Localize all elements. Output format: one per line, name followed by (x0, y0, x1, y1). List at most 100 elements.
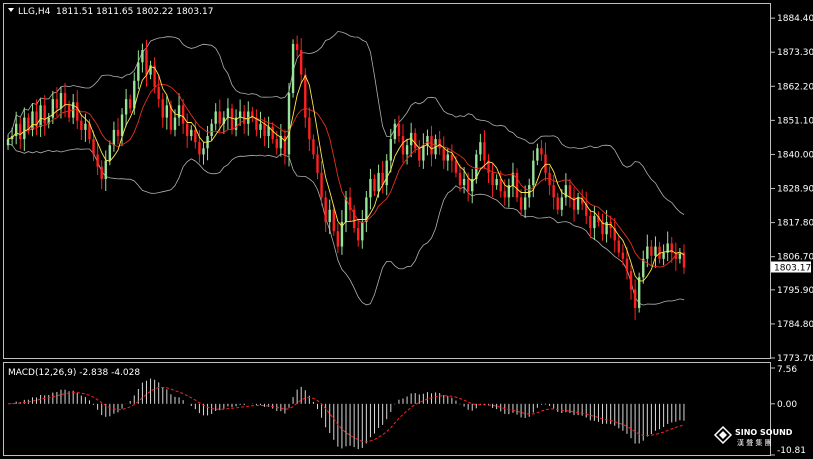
bear-candle (198, 142, 201, 155)
bollinger-bands (7, 31, 685, 306)
logo-line2: 漢 聲 集 團 (737, 438, 772, 447)
bear-candle (63, 93, 67, 106)
bear-candle (145, 50, 148, 75)
diamond-inner-icon (719, 431, 727, 439)
bear-candle (332, 209, 335, 232)
bull-candle (560, 197, 564, 210)
price-tick-label: 1773.70 (777, 354, 813, 364)
bear-candle (275, 139, 278, 149)
bear-candle (263, 123, 266, 137)
bull-candle (210, 123, 213, 137)
bollinger-upper (7, 31, 685, 215)
bull-candle (536, 148, 539, 161)
bear-candle (633, 289, 637, 308)
macd-tick-label: 7.56 (777, 365, 797, 375)
price-tick-label: 1862.20 (777, 82, 813, 92)
moving-averages (7, 66, 685, 282)
bull-candle (576, 197, 580, 210)
bear-candle (295, 43, 299, 51)
bull-candle (287, 93, 291, 155)
bear-candle (230, 108, 234, 130)
bull-candle (141, 50, 144, 63)
ma-slow-line (7, 83, 685, 268)
macd-histogram (7, 378, 685, 450)
bear-candle (157, 86, 160, 100)
bear-candle (300, 50, 303, 75)
bear-candle (650, 246, 653, 256)
bull-candle (528, 185, 531, 198)
bull-candle (173, 117, 177, 130)
ohlc-label: 1811.51 1811.65 1802.22 1803.17 (56, 7, 213, 17)
bull-candle (405, 145, 409, 155)
bear-candle (324, 197, 327, 222)
bull-candle (593, 215, 596, 229)
bear-candle (499, 179, 502, 192)
bull-candle (532, 160, 535, 186)
macd-tick-label: -10.81 (777, 446, 806, 456)
bear-candle (336, 231, 340, 247)
macd-tick-label: 0.00 (777, 400, 797, 410)
bull-candle (108, 145, 112, 161)
bull-candle (112, 129, 116, 146)
bear-candle (629, 271, 633, 290)
symbol-label: LLG,H4 (18, 7, 51, 17)
price-tick-label: 1884.40 (777, 14, 813, 24)
bull-candle (259, 123, 262, 130)
bear-candle (458, 172, 462, 186)
bear-candle (19, 123, 22, 140)
bull-candle (84, 123, 87, 130)
bear-candle (466, 179, 470, 192)
bear-candle (483, 142, 486, 161)
sino-sound-logo: SINO SOUND 漢 聲 集 團 (713, 425, 793, 447)
bull-candle (31, 111, 34, 130)
bear-candle (185, 123, 189, 137)
bear-candle (397, 123, 401, 137)
bear-candle (552, 185, 555, 198)
bear-candle (418, 148, 421, 161)
bull-candle (23, 117, 26, 140)
bull-candle (495, 179, 498, 186)
bear-candle (625, 258, 629, 272)
bull-candle (190, 129, 193, 137)
bull-candle (137, 62, 140, 81)
bull-candle (328, 209, 331, 222)
bear-candle (304, 74, 307, 118)
bull-candle (39, 105, 42, 127)
price-tick-label: 1828.90 (777, 185, 813, 195)
bear-candle (92, 139, 95, 155)
bear-candle (589, 215, 592, 229)
bear-candle (308, 117, 311, 140)
bear-candle (76, 102, 79, 121)
bull-candle (662, 252, 665, 259)
bull-candle (202, 148, 205, 155)
price-tick-label: 1795.90 (777, 286, 813, 296)
bear-candle (515, 172, 519, 198)
bull-candle (369, 179, 372, 198)
bear-candle (519, 197, 523, 210)
bull-candle (462, 179, 466, 186)
logo-line1: SINO SOUND (735, 428, 793, 437)
bear-candle (450, 154, 454, 161)
bull-candle (393, 123, 397, 140)
bull-candle (637, 277, 641, 308)
bear-candle (55, 99, 59, 109)
trading-chart[interactable]: LLG,H4 1811.51 1811.65 1802.22 1803.17 1… (0, 0, 813, 459)
ma-fast-line (7, 66, 685, 282)
bull-candle (446, 154, 449, 161)
bear-candle (540, 148, 543, 155)
bear-candle (271, 126, 274, 140)
macd-axis: 7.56 0.00 -10.81 (771, 365, 806, 456)
bear-candle (218, 111, 221, 124)
bear-candle (617, 240, 621, 253)
bull-candle (165, 105, 169, 118)
bear-candle (491, 172, 494, 186)
bull-candle (426, 136, 429, 146)
price-tick-label: 1851.10 (777, 116, 813, 126)
price-tick-label: 1817.80 (777, 219, 813, 229)
bear-candle (96, 154, 99, 167)
bull-candle (6, 139, 10, 146)
triangle-down-icon[interactable] (8, 8, 14, 12)
price-axis: 1884.40 1873.30 1862.20 1851.10 1840.00 1828.… (771, 14, 813, 364)
bear-candle (568, 185, 572, 198)
bear-candle (414, 132, 417, 149)
